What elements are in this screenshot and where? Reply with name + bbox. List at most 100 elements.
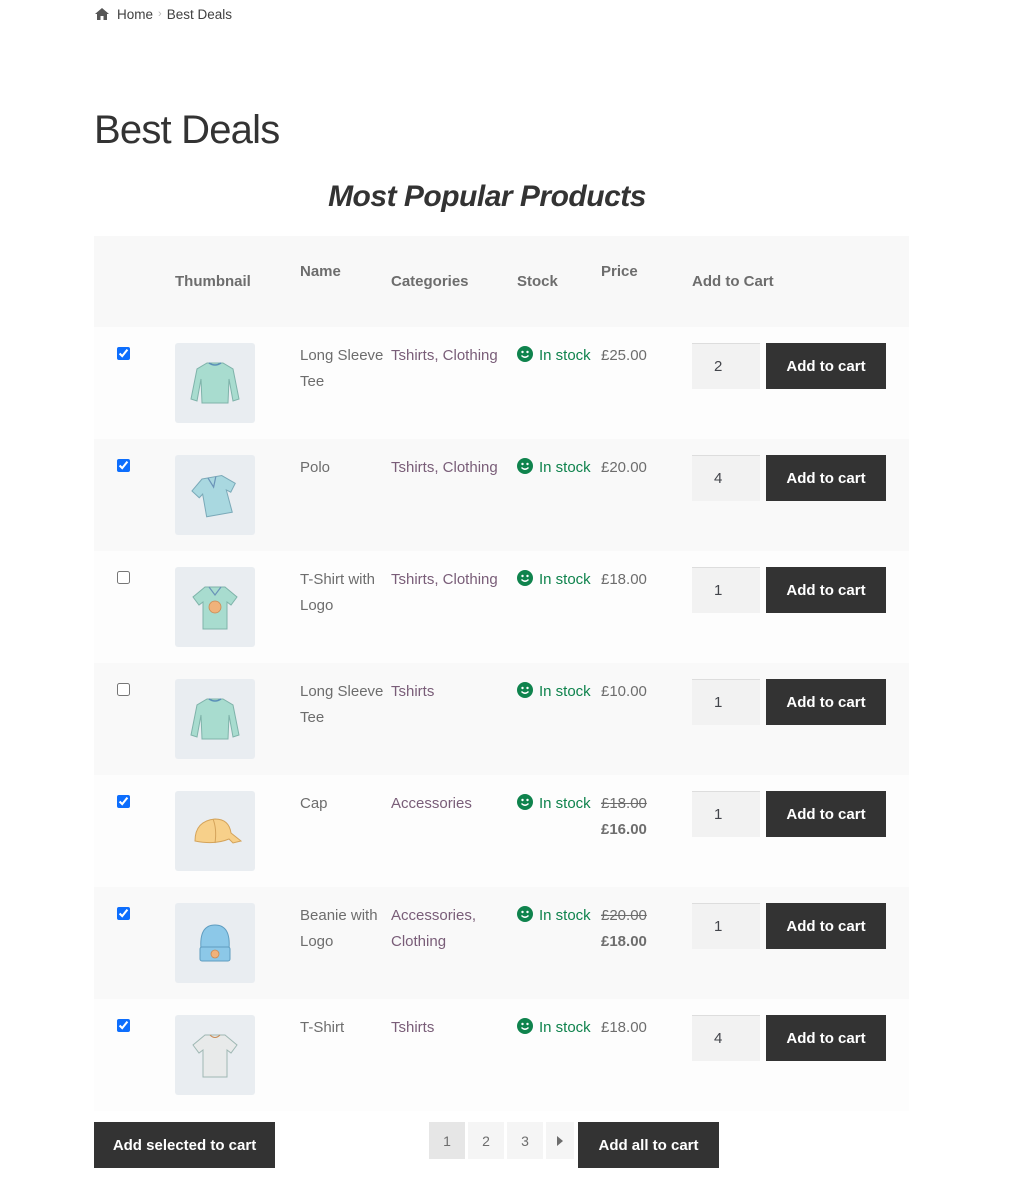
add-to-cart-button[interactable]: Add to cart — [766, 679, 886, 725]
add-to-cart-cell: Add to cart — [692, 887, 909, 999]
product-name[interactable]: T-Shirt with Logo — [300, 551, 391, 663]
select-checkbox[interactable] — [117, 795, 130, 808]
regular-price: £18.00 — [601, 795, 647, 812]
category-links[interactable]: Tshirts, Clothing — [391, 347, 498, 364]
add-to-cart-button[interactable]: Add to cart — [766, 791, 886, 837]
thumbnail-cell — [175, 999, 300, 1111]
stock-cell: In stock — [517, 663, 601, 775]
in-stock-icon — [517, 570, 533, 586]
breadcrumb-current: Best Deals — [166, 6, 232, 22]
page-3[interactable]: 3 — [507, 1122, 543, 1159]
select-cell — [94, 887, 175, 999]
stock-status: In stock — [539, 571, 591, 588]
select-checkbox[interactable] — [117, 907, 130, 920]
category-links[interactable]: Tshirts, Clothing — [391, 571, 498, 588]
select-cell — [94, 999, 175, 1111]
select-checkbox[interactable] — [117, 1019, 130, 1032]
thumbnail-cell — [175, 327, 300, 439]
categories-cell: Tshirts, Clothing — [391, 327, 517, 439]
price: £25.00 — [601, 347, 647, 364]
price-cell: £25.00 — [601, 327, 692, 439]
long-sleeve-tee-image[interactable] — [175, 343, 255, 423]
table-title: Most Popular Products — [328, 180, 646, 213]
price-cell: £18.00 £16.00 — [601, 775, 692, 887]
add-to-cart-button[interactable]: Add to cart — [766, 567, 886, 613]
table-row: Polo Tshirts, Clothing In stock £20.00 A… — [94, 439, 909, 551]
product-table: Thumbnail Name Categories Stock Price Ad… — [94, 236, 909, 1111]
cap-image[interactable] — [175, 791, 255, 871]
select-checkbox[interactable] — [117, 683, 130, 696]
categories-cell: Tshirts, Clothing — [391, 551, 517, 663]
in-stock-icon — [517, 458, 533, 474]
categories-cell: Accessories — [391, 775, 517, 887]
quantity-input[interactable] — [692, 903, 760, 949]
table-row: Cap Accessories In stock £18.00 £16.00 Ad… — [94, 775, 909, 887]
add-to-cart-cell: Add to cart — [692, 439, 909, 551]
add-to-cart-button[interactable]: Add to cart — [766, 455, 886, 501]
add-to-cart-button[interactable]: Add to cart — [766, 903, 886, 949]
thumbnail-cell — [175, 887, 300, 999]
in-stock-icon — [517, 906, 533, 922]
product-name[interactable]: Cap — [300, 775, 391, 887]
product-table-container: Thumbnail Name Categories Stock Price Ad… — [94, 236, 909, 1111]
product-name[interactable]: Long Sleeve Tee — [300, 663, 391, 775]
page-1[interactable]: 1 — [429, 1122, 465, 1159]
add-to-cart-button[interactable]: Add to cart — [766, 1015, 886, 1061]
next-page-button[interactable] — [546, 1122, 574, 1159]
table-row: T-Shirt Tshirts In stock £18.00 Add to c… — [94, 999, 909, 1111]
tshirt-with-logo-image[interactable] — [175, 567, 255, 647]
category-links[interactable]: Tshirts — [391, 683, 434, 700]
select-checkbox[interactable] — [117, 459, 130, 472]
quantity-input[interactable] — [692, 791, 760, 837]
quantity-input[interactable] — [692, 567, 760, 613]
header-select — [94, 236, 175, 327]
quantity-input[interactable] — [692, 455, 760, 501]
thumbnail-cell — [175, 439, 300, 551]
header-stock: Stock — [517, 273, 558, 290]
table-row: Long Sleeve Tee Tshirts, Clothing In sto… — [94, 327, 909, 439]
caret-right-icon — [557, 1135, 563, 1146]
select-cell — [94, 663, 175, 775]
product-name[interactable]: Beanie with Logo — [300, 887, 391, 999]
stock-cell: In stock — [517, 551, 601, 663]
regular-price: £20.00 — [601, 907, 647, 924]
breadcrumb-home-link[interactable]: Home — [117, 7, 153, 22]
polo-image[interactable] — [175, 455, 255, 535]
header-name[interactable]: Name — [300, 236, 391, 327]
quantity-input[interactable] — [692, 343, 760, 389]
price-cell: £20.00 — [601, 439, 692, 551]
select-cell — [94, 327, 175, 439]
thumbnail-cell — [175, 775, 300, 887]
stock-status: In stock — [539, 683, 591, 700]
select-cell — [94, 439, 175, 551]
category-links[interactable]: Tshirts, Clothing — [391, 459, 498, 476]
category-links[interactable]: Accessories, Clothing — [391, 907, 476, 950]
product-name[interactable]: T-Shirt — [300, 999, 391, 1111]
select-checkbox[interactable] — [117, 571, 130, 584]
quantity-input[interactable] — [692, 679, 760, 725]
tshirt-image[interactable] — [175, 1015, 255, 1095]
stock-cell: In stock — [517, 887, 601, 999]
add-to-cart-cell: Add to cart — [692, 775, 909, 887]
product-name[interactable]: Polo — [300, 439, 391, 551]
page-title: Best Deals — [94, 108, 280, 152]
category-links[interactable]: Tshirts — [391, 1019, 434, 1036]
thumbnail-cell — [175, 663, 300, 775]
add-to-cart-cell: Add to cart — [692, 663, 909, 775]
product-name[interactable]: Long Sleeve Tee — [300, 327, 391, 439]
page-2[interactable]: 2 — [468, 1122, 504, 1159]
price: £10.00 — [601, 683, 647, 700]
header-price[interactable]: Price — [601, 236, 692, 327]
category-links[interactable]: Accessories — [391, 795, 472, 812]
add-to-cart-button[interactable]: Add to cart — [766, 343, 886, 389]
beanie-with-logo-image[interactable] — [175, 903, 255, 983]
add-all-to-cart-button[interactable]: Add all to cart — [578, 1122, 719, 1168]
header-thumbnail: Thumbnail — [175, 273, 251, 290]
add-selected-to-cart-button[interactable]: Add selected to cart — [94, 1122, 275, 1168]
categories-cell: Tshirts — [391, 999, 517, 1111]
quantity-input[interactable] — [692, 1015, 760, 1061]
table-row: Beanie with Logo Accessories, Clothing I… — [94, 887, 909, 999]
select-checkbox[interactable] — [117, 347, 130, 360]
long-sleeve-tee-image[interactable] — [175, 679, 255, 759]
header-add-to-cart: Add to Cart — [692, 273, 774, 290]
